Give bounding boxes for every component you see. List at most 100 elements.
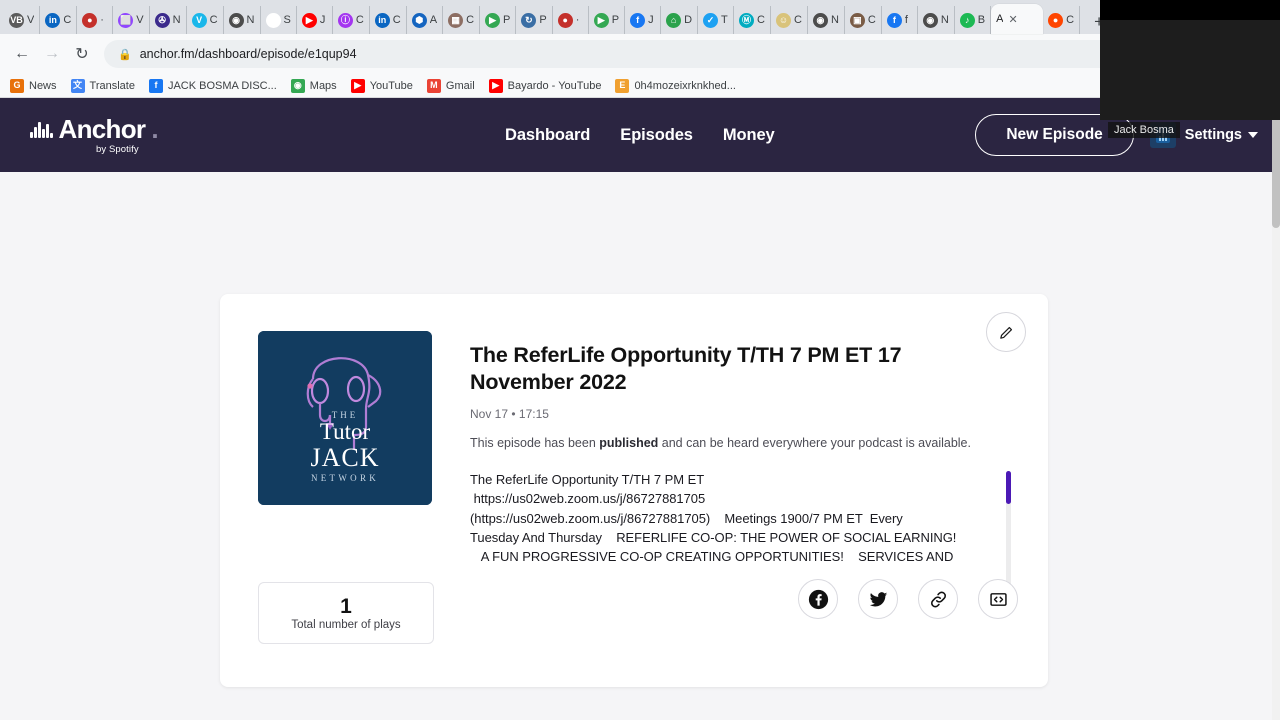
browser-tab[interactable]: fJ bbox=[625, 6, 662, 34]
reload-button[interactable]: ↻ bbox=[68, 40, 96, 68]
anchor-logo-dot: . bbox=[151, 113, 159, 144]
tab-title: C bbox=[793, 14, 802, 26]
episode-card: THE Tutor JACK NETWORK 1 Total number of… bbox=[220, 294, 1048, 687]
tab-title: D bbox=[684, 14, 693, 26]
tab-favicon: ⬢ bbox=[411, 12, 427, 28]
browser-tab[interactable]: ✓ T bbox=[698, 6, 735, 34]
bookmark-item[interactable]: E 0h4mozeixrknkhed... bbox=[615, 78, 736, 93]
browser-tab[interactable]: ▶ J bbox=[297, 6, 333, 34]
tab-title: C bbox=[757, 14, 765, 26]
close-icon[interactable]: ✕ bbox=[1008, 13, 1017, 26]
browser-tab[interactable]: ☺ C bbox=[771, 6, 808, 34]
browser-tab[interactable]: ♪ B bbox=[955, 6, 992, 34]
bookmark-item[interactable]: M Gmail bbox=[426, 78, 475, 93]
browser-tab[interactable]: in C bbox=[370, 6, 407, 34]
anchor-logo[interactable]: Anchor . by Spotify bbox=[30, 116, 230, 155]
browser-tab[interactable]: ⬜ V bbox=[113, 6, 150, 34]
browser-tab[interactable]: ▶ P bbox=[480, 6, 517, 34]
embed-code-button[interactable] bbox=[978, 579, 1018, 619]
browser-toolbar: ← → ↻ 🔒 anchor.fm/dashboard/episode/e1qu… bbox=[0, 34, 1280, 74]
browser-tab[interactable]: S bbox=[261, 6, 297, 34]
tab-title: C bbox=[392, 14, 401, 26]
bookmark-favicon: f bbox=[148, 78, 163, 93]
bookmark-label: Maps bbox=[309, 79, 337, 92]
tab-favicon: ✇ bbox=[154, 12, 170, 28]
tab-favicon: ⓘ bbox=[337, 12, 353, 28]
bookmark-item[interactable]: G News bbox=[10, 78, 57, 93]
browser-tab[interactable]: ↻ P bbox=[516, 6, 553, 34]
browser-tab[interactable]: Ⓜ C bbox=[734, 6, 771, 34]
episode-status: This episode has been published and can … bbox=[470, 436, 990, 450]
bookmark-item[interactable]: f JACK BOSMA DISC... bbox=[148, 78, 277, 93]
tab-title: N bbox=[246, 14, 255, 26]
bookmark-item[interactable]: ▶ YouTube bbox=[350, 78, 413, 93]
browser-tab[interactable]: ● · bbox=[553, 6, 589, 34]
browser-tab[interactable]: ◉ N bbox=[808, 6, 845, 34]
twitter-share-button[interactable] bbox=[858, 579, 898, 619]
screen: VB Vin C ● · ⬜ V ✇ N V C ◉ N S ▶ Jⓘ Cin C ⬢ A ▦ C ▶ P ↻ P ● · ▶ Pf J ⌂ D… bbox=[0, 0, 1280, 720]
browser-tab[interactable]: ✇ N bbox=[150, 6, 187, 34]
tab-title: V bbox=[136, 14, 144, 26]
tab-favicon: ▣ bbox=[849, 12, 865, 28]
browser-tab[interactable]: VB V bbox=[4, 6, 41, 34]
tab-title: J bbox=[319, 14, 326, 26]
browser-tab[interactable]: VC bbox=[187, 6, 224, 34]
tab-favicon: in bbox=[374, 12, 390, 28]
tab-favicon: ◉ bbox=[812, 12, 828, 28]
episode-description-scroll-area[interactable]: The ReferLife Opportunity T/TH 7 PM ET h… bbox=[470, 470, 1010, 578]
edit-episode-button[interactable] bbox=[986, 312, 1026, 352]
bookmark-item[interactable]: ▶ Bayardo - YouTube bbox=[488, 78, 602, 93]
back-button[interactable]: ← bbox=[8, 40, 36, 68]
bookmark-item[interactable]: 文 Translate bbox=[70, 78, 135, 93]
address-bar[interactable]: 🔒 anchor.fm/dashboard/episode/e1qup94 bbox=[104, 40, 1264, 68]
tab-title: B bbox=[977, 14, 986, 26]
bookmark-item[interactable]: ◉ Maps bbox=[290, 78, 337, 93]
tab-title: · bbox=[100, 14, 104, 26]
pencil-icon bbox=[999, 326, 1012, 339]
bookmarks-bar: G News 文 Translate f JACK BOSMA DISC... ◉ Maps ▶… bbox=[0, 74, 1280, 98]
nav-link-money[interactable]: Money bbox=[723, 126, 775, 145]
browser-tab[interactable]: ▣ C bbox=[845, 6, 882, 34]
anchor-app: Anchor . by Spotify Dashboard Episodes Mon… bbox=[0, 98, 1272, 720]
facebook-icon bbox=[808, 589, 828, 609]
forward-button[interactable]: → bbox=[38, 40, 66, 68]
tab-favicon: f bbox=[630, 12, 646, 28]
cover-network: NETWORK bbox=[310, 473, 380, 483]
bookmark-label: News bbox=[29, 79, 57, 92]
bookmark-label: YouTube bbox=[369, 79, 413, 92]
link-icon bbox=[930, 591, 946, 607]
browser-tab[interactable]: ▦ C bbox=[443, 6, 481, 34]
browser-tab[interactable]: ff bbox=[882, 6, 918, 34]
tab-favicon: ▶ bbox=[485, 12, 501, 28]
tab-favicon: ☺ bbox=[775, 12, 791, 28]
bookmark-label: Bayardo - YouTube bbox=[507, 79, 602, 92]
browser-tab[interactable]: ◉ N bbox=[918, 6, 955, 34]
browser-tab[interactable]: in C bbox=[40, 6, 78, 34]
chevron-down-icon bbox=[1248, 132, 1258, 138]
browser-tab[interactable]: ⌂ D bbox=[661, 6, 699, 34]
tab-title: T bbox=[721, 14, 728, 26]
browser-tab[interactable]: ⬢ A bbox=[407, 6, 444, 34]
nav-link-dashboard[interactable]: Dashboard bbox=[505, 126, 590, 145]
nav-link-episodes[interactable]: Episodes bbox=[620, 126, 693, 145]
episode-cover-art: THE Tutor JACK NETWORK bbox=[258, 331, 432, 505]
page-scrollbar[interactable] bbox=[1272, 98, 1280, 720]
tab-title: V bbox=[27, 14, 35, 26]
tab-favicon: ▶ bbox=[301, 12, 317, 28]
tab-favicon: ● bbox=[82, 12, 98, 28]
browser-tab[interactable]: ◉ N bbox=[224, 6, 261, 34]
description-scrollbar-thumb[interactable] bbox=[1006, 471, 1011, 504]
lock-icon: 🔒 bbox=[118, 48, 132, 61]
browser-tab[interactable]: ● · bbox=[77, 6, 114, 34]
browser-chrome: VB Vin C ● · ⬜ V ✇ N V C ◉ N S ▶ Jⓘ Cin C ⬢ A ▦ C ▶ P ↻ P ● · ▶ Pf J ⌂ D… bbox=[0, 0, 1280, 98]
browser-tab[interactable]: ● C bbox=[1043, 6, 1081, 34]
code-icon bbox=[989, 592, 1007, 606]
copy-link-button[interactable] bbox=[918, 579, 958, 619]
anchor-wave-icon bbox=[30, 120, 53, 138]
bookmark-label: Gmail bbox=[445, 79, 475, 92]
browser-tab[interactable]: ⓘ C bbox=[333, 6, 370, 34]
active-browser-tab[interactable]: A ✕ bbox=[991, 4, 1044, 34]
bookmark-favicon: ▶ bbox=[350, 78, 365, 93]
facebook-share-button[interactable] bbox=[798, 579, 838, 619]
browser-tab[interactable]: ▶ P bbox=[589, 6, 626, 34]
